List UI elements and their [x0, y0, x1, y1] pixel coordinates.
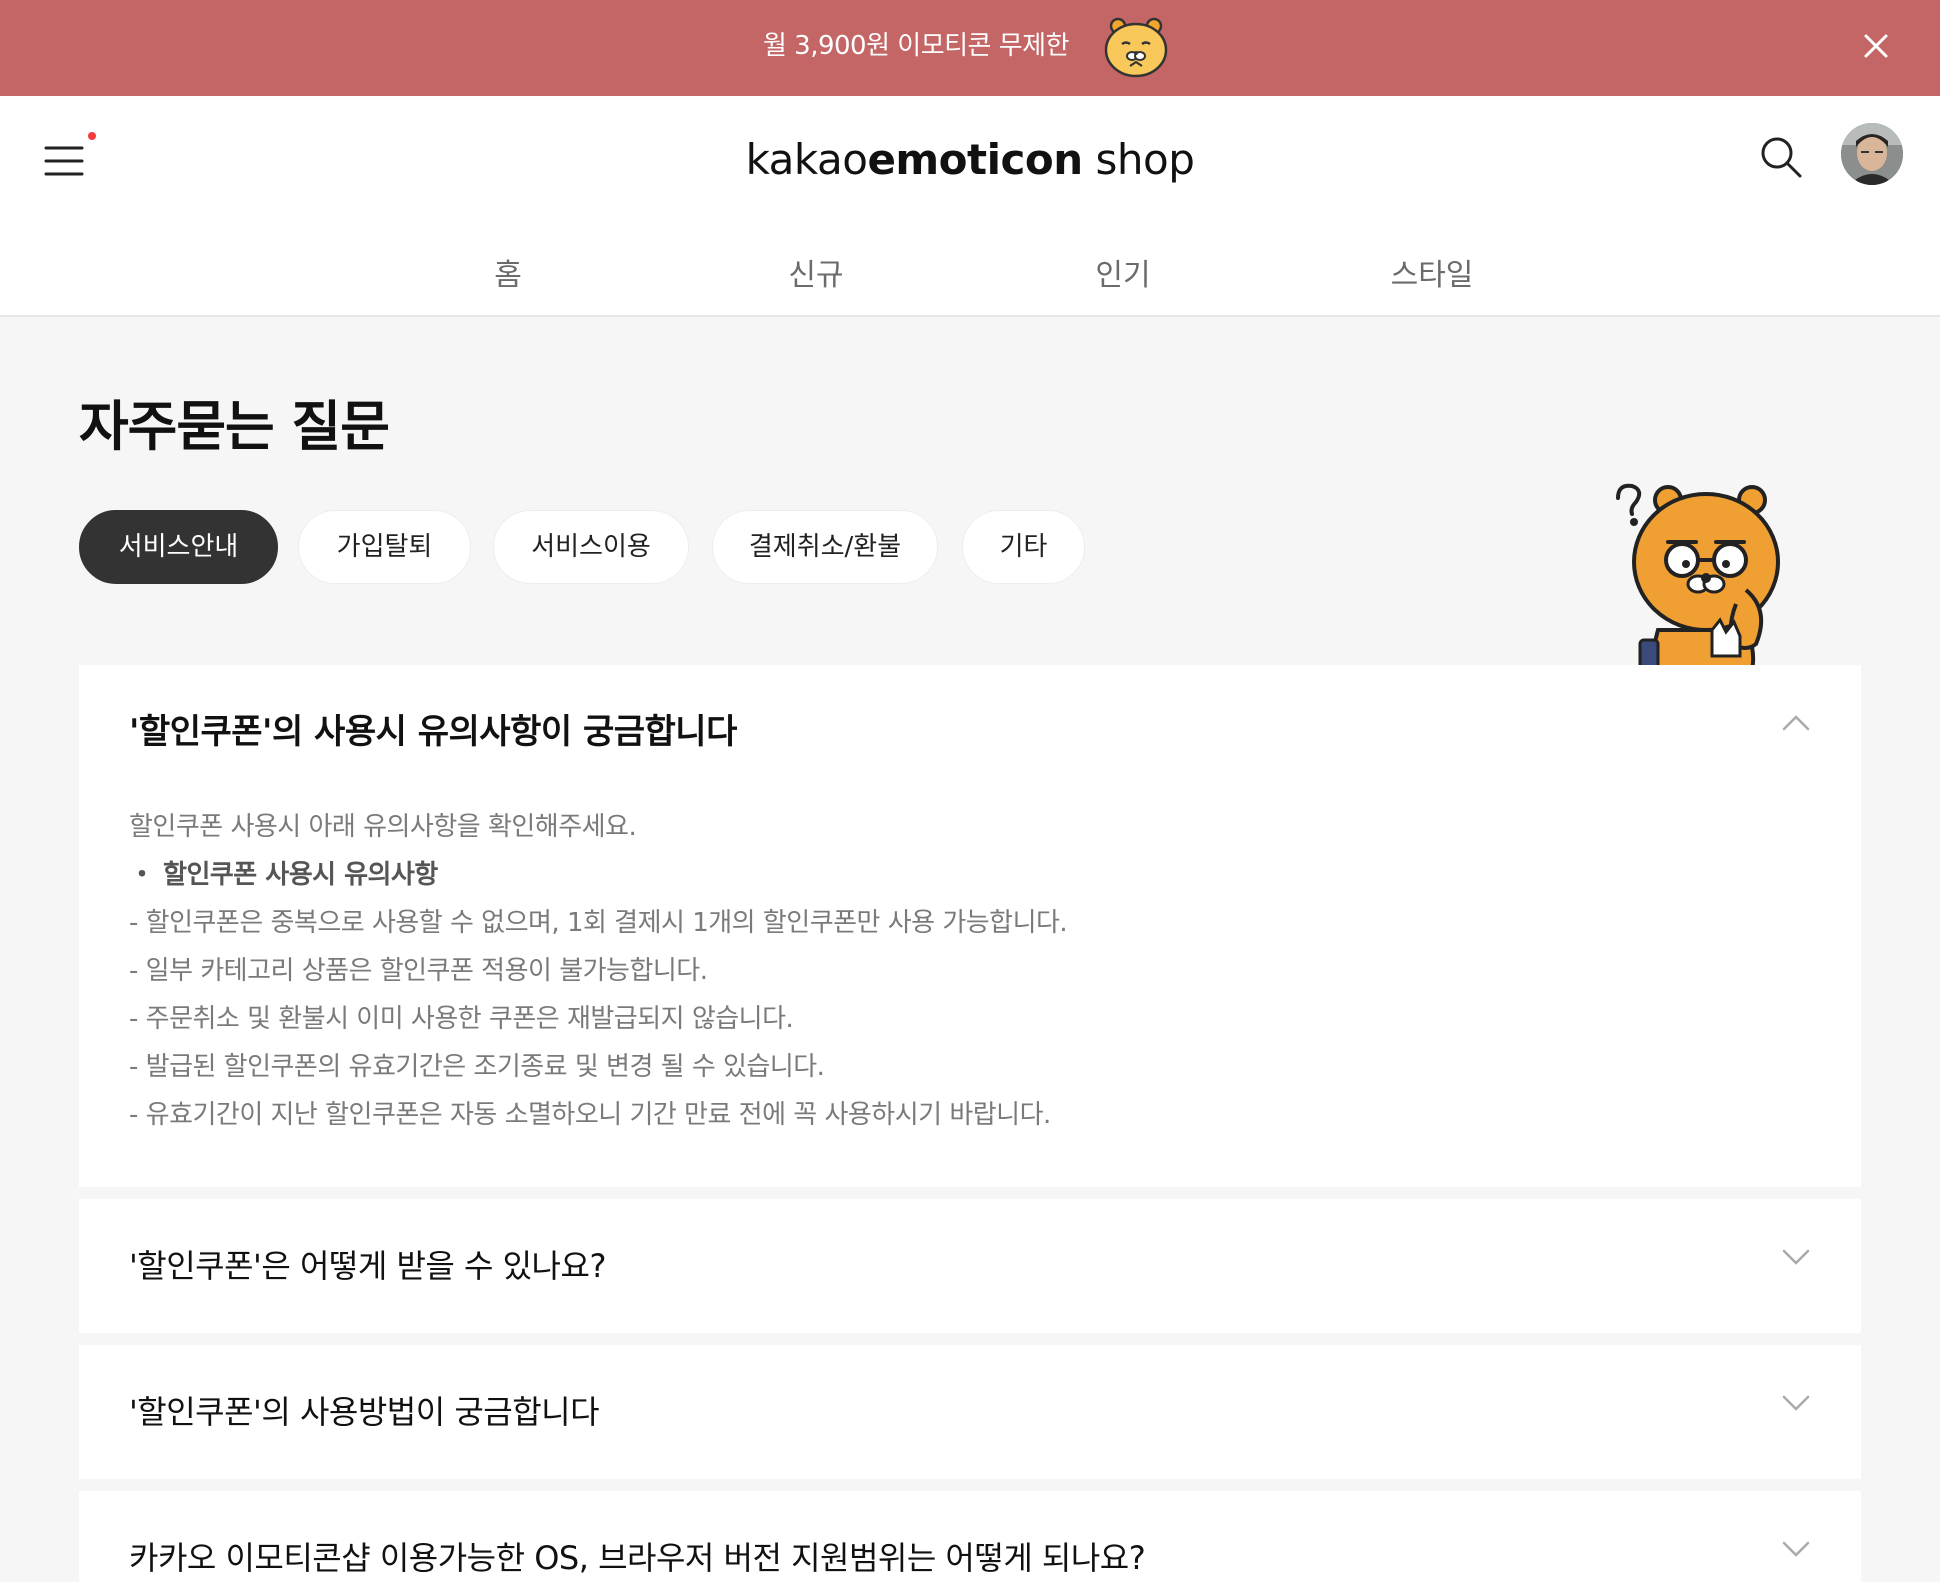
- faq-item: '할인쿠폰'의 사용시 유의사항이 궁금합니다 할인쿠폰 사용시 아래 유의사항…: [79, 665, 1861, 1187]
- ryan-thinking-illustration: [1616, 483, 1780, 666]
- tab-service-use[interactable]: 서비스이용: [493, 510, 689, 584]
- nav-style[interactable]: 스타일: [1362, 246, 1502, 306]
- logo-shop: shop: [1082, 135, 1195, 184]
- faq-item[interactable]: '할인쿠폰'의 사용방법이 궁금합니다: [79, 1345, 1861, 1479]
- promo-banner[interactable]: 월 3,900원 이모티콘 무제한: [0, 0, 1940, 96]
- close-icon[interactable]: [1856, 26, 1896, 66]
- promo-text[interactable]: 월 3,900원 이모티콘 무제한: [0, 26, 1832, 66]
- avatar-photo: [1841, 123, 1903, 185]
- chevron-down-icon[interactable]: [1781, 1539, 1811, 1559]
- faq-answer-line: - 할인쿠폰은 중복으로 사용할 수 없으며, 1회 결제시 1개의 할인쿠폰만…: [129, 908, 1068, 938]
- user-avatar[interactable]: [1841, 123, 1903, 185]
- logo-emoticon: emoticon: [867, 135, 1083, 184]
- faq-answer-line: - 발급된 할인쿠폰의 유효기간은 조기종료 및 변경 될 수 있습니다.: [129, 1052, 825, 1082]
- nav-popular[interactable]: 인기: [1053, 246, 1193, 306]
- faq-answer: 할인쿠폰 사용시 아래 유의사항을 확인해주세요. ・ 할인쿠폰 사용시 유의사…: [129, 803, 1068, 1139]
- ryan-face-icon: [1104, 17, 1168, 78]
- faq-answer-line: - 주문취소 및 환불시 이미 사용한 쿠폰은 재발급되지 않습니다.: [129, 1004, 794, 1034]
- nav-new[interactable]: 신규: [746, 246, 886, 306]
- chevron-down-icon[interactable]: [1781, 1247, 1811, 1267]
- tab-service-info[interactable]: 서비스안내: [79, 510, 278, 584]
- chevron-down-icon[interactable]: [1781, 1393, 1811, 1413]
- faq-answer-line: 할인쿠폰 사용시 아래 유의사항을 확인해주세요.: [129, 812, 637, 842]
- faq-answer-line: - 일부 카테고리 상품은 할인쿠폰 적용이 불가능합니다.: [129, 956, 708, 986]
- page-title: 자주묻는 질문: [79, 395, 390, 458]
- faq-question[interactable]: 카카오 이모티콘샵 이용가능한 OS, 브라우저 버전 지원범위는 어떻게 되나…: [129, 1533, 1146, 1582]
- logo-kakao: kakao: [745, 135, 868, 184]
- faq-question[interactable]: '할인쿠폰'의 사용시 유의사항이 궁금합니다: [129, 707, 737, 757]
- faq-answer-heading: ・ 할인쿠폰 사용시 유의사항: [129, 860, 438, 890]
- faq-question[interactable]: '할인쿠폰'의 사용방법이 궁금합니다: [129, 1387, 600, 1437]
- search-icon[interactable]: [1758, 134, 1804, 180]
- faq-item[interactable]: '할인쿠폰'은 어떻게 받을 수 있나요?: [79, 1199, 1861, 1333]
- faq-answer-line: - 유효기간이 지난 할인쿠폰은 자동 소멸하오니 기간 만료 전에 꼭 사용하…: [129, 1100, 1051, 1130]
- tab-payment-refund[interactable]: 결제취소/환불: [712, 510, 938, 584]
- main-nav: 홈 신규 인기 스타일: [0, 246, 1940, 316]
- site-header: kakaoemoticon shop 홈 신규 인기 스타일: [0, 96, 1940, 317]
- faq-question[interactable]: '할인쿠폰'은 어떻게 받을 수 있나요?: [129, 1241, 606, 1291]
- faq-item[interactable]: 카카오 이모티콘샵 이용가능한 OS, 브라우저 버전 지원범위는 어떻게 되나…: [79, 1491, 1861, 1582]
- tab-join-leave[interactable]: 가입탈퇴: [298, 510, 471, 584]
- site-logo[interactable]: kakaoemoticon shop: [0, 130, 1940, 190]
- nav-home[interactable]: 홈: [438, 246, 578, 306]
- tab-etc[interactable]: 기타: [962, 510, 1085, 584]
- chevron-up-icon[interactable]: [1781, 713, 1811, 733]
